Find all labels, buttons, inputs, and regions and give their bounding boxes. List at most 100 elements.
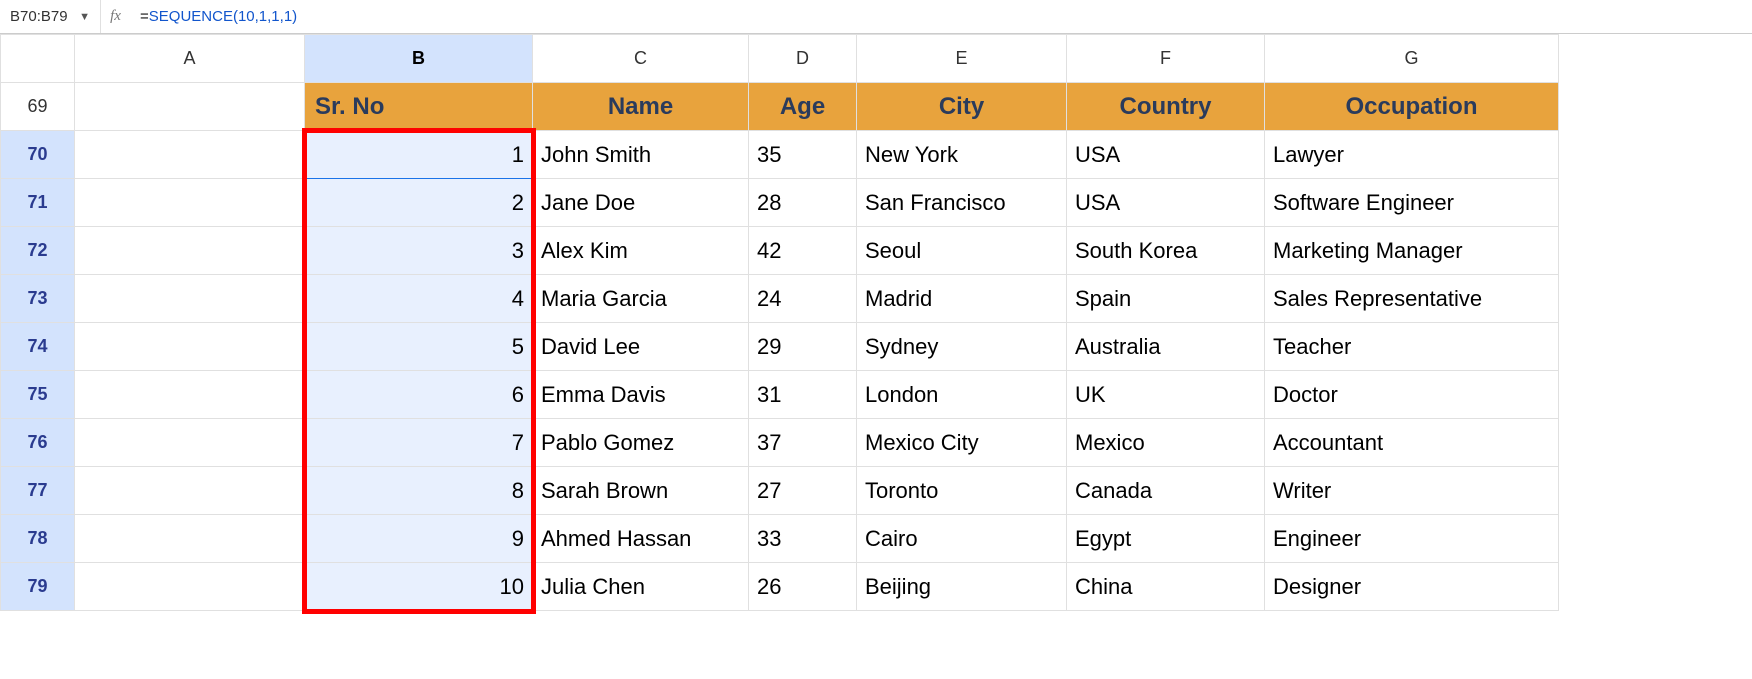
cell-C73[interactable]: Maria Garcia <box>533 275 749 323</box>
col-head-F[interactable]: F <box>1067 35 1265 83</box>
cell-F76[interactable]: Mexico <box>1067 419 1265 467</box>
cell-B73[interactable]: 4 <box>305 275 533 323</box>
row-head-74[interactable]: 74 <box>1 323 75 371</box>
cell-D70[interactable]: 35 <box>749 131 857 179</box>
cell-D75[interactable]: 31 <box>749 371 857 419</box>
row-head-70[interactable]: 70 <box>1 131 75 179</box>
formula-input[interactable]: =SEQUENCE(10,1,1,1) <box>130 8 1752 25</box>
cell-D78[interactable]: 33 <box>749 515 857 563</box>
cell-C79[interactable]: Julia Chen <box>533 563 749 611</box>
cell-E71[interactable]: San Francisco <box>857 179 1067 227</box>
cell-D73[interactable]: 24 <box>749 275 857 323</box>
cell-G74[interactable]: Teacher <box>1265 323 1559 371</box>
cell-C75[interactable]: Emma Davis <box>533 371 749 419</box>
cell-C70[interactable]: John Smith <box>533 131 749 179</box>
cell-A79[interactable] <box>75 563 305 611</box>
select-all-corner[interactable] <box>1 35 75 83</box>
cell-B69-header-srno[interactable]: Sr. No <box>305 83 533 131</box>
cell-G72[interactable]: Marketing Manager <box>1265 227 1559 275</box>
row-head-72[interactable]: 72 <box>1 227 75 275</box>
cell-E72[interactable]: Seoul <box>857 227 1067 275</box>
chevron-down-icon[interactable]: ▼ <box>79 11 90 23</box>
cell-E78[interactable]: Cairo <box>857 515 1067 563</box>
cell-A77[interactable] <box>75 467 305 515</box>
cell-G76[interactable]: Accountant <box>1265 419 1559 467</box>
cell-C74[interactable]: David Lee <box>533 323 749 371</box>
cell-D69-header-age[interactable]: Age <box>749 83 857 131</box>
name-box[interactable]: B70:B79 ▼ <box>0 0 100 33</box>
cell-C78[interactable]: Ahmed Hassan <box>533 515 749 563</box>
cell-A74[interactable] <box>75 323 305 371</box>
cell-B71[interactable]: 2 <box>305 179 533 227</box>
cell-F72[interactable]: South Korea <box>1067 227 1265 275</box>
cell-D72[interactable]: 42 <box>749 227 857 275</box>
row-head-69[interactable]: 69 <box>1 83 75 131</box>
cell-F69-header-country[interactable]: Country <box>1067 83 1265 131</box>
col-head-B[interactable]: B <box>305 35 533 83</box>
row-head-76[interactable]: 76 <box>1 419 75 467</box>
cell-A71[interactable] <box>75 179 305 227</box>
cell-B70[interactable]: 1 <box>305 131 533 179</box>
cell-F78[interactable]: Egypt <box>1067 515 1265 563</box>
cell-E74[interactable]: Sydney <box>857 323 1067 371</box>
cell-E73[interactable]: Madrid <box>857 275 1067 323</box>
spreadsheet-grid[interactable]: A B C D E F G 69 Sr. No Name Age City Co… <box>0 34 1559 611</box>
row-head-78[interactable]: 78 <box>1 515 75 563</box>
cell-B75[interactable]: 6 <box>305 371 533 419</box>
cell-D77[interactable]: 27 <box>749 467 857 515</box>
cell-A70[interactable] <box>75 131 305 179</box>
cell-D79[interactable]: 26 <box>749 563 857 611</box>
cell-A75[interactable] <box>75 371 305 419</box>
cell-C77[interactable]: Sarah Brown <box>533 467 749 515</box>
cell-F74[interactable]: Australia <box>1067 323 1265 371</box>
cell-E70[interactable]: New York <box>857 131 1067 179</box>
cell-E69-header-city[interactable]: City <box>857 83 1067 131</box>
cell-G69-header-occupation[interactable]: Occupation <box>1265 83 1559 131</box>
cell-C72[interactable]: Alex Kim <box>533 227 749 275</box>
cell-G78[interactable]: Engineer <box>1265 515 1559 563</box>
cell-E75[interactable]: London <box>857 371 1067 419</box>
cell-A72[interactable] <box>75 227 305 275</box>
cell-C69-header-name[interactable]: Name <box>533 83 749 131</box>
col-head-A[interactable]: A <box>75 35 305 83</box>
cell-B78[interactable]: 9 <box>305 515 533 563</box>
cell-F75[interactable]: UK <box>1067 371 1265 419</box>
cell-G71[interactable]: Software Engineer <box>1265 179 1559 227</box>
col-head-C[interactable]: C <box>533 35 749 83</box>
cell-A76[interactable] <box>75 419 305 467</box>
cell-G73[interactable]: Sales Representative <box>1265 275 1559 323</box>
cell-E79[interactable]: Beijing <box>857 563 1067 611</box>
cell-F71[interactable]: USA <box>1067 179 1265 227</box>
cell-B77[interactable]: 8 <box>305 467 533 515</box>
cell-B76[interactable]: 7 <box>305 419 533 467</box>
cell-B74[interactable]: 5 <box>305 323 533 371</box>
cell-A78[interactable] <box>75 515 305 563</box>
cell-D71[interactable]: 28 <box>749 179 857 227</box>
cell-E76[interactable]: Mexico City <box>857 419 1067 467</box>
cell-A73[interactable] <box>75 275 305 323</box>
row-head-79[interactable]: 79 <box>1 563 75 611</box>
cell-G75[interactable]: Doctor <box>1265 371 1559 419</box>
row-head-75[interactable]: 75 <box>1 371 75 419</box>
row-head-71[interactable]: 71 <box>1 179 75 227</box>
cell-A69[interactable] <box>75 83 305 131</box>
cell-D76[interactable]: 37 <box>749 419 857 467</box>
col-head-D[interactable]: D <box>749 35 857 83</box>
cell-G70[interactable]: Lawyer <box>1265 131 1559 179</box>
row-head-77[interactable]: 77 <box>1 467 75 515</box>
cell-G79[interactable]: Designer <box>1265 563 1559 611</box>
cell-G77[interactable]: Writer <box>1265 467 1559 515</box>
cell-E77[interactable]: Toronto <box>857 467 1067 515</box>
cell-D74[interactable]: 29 <box>749 323 857 371</box>
cell-F79[interactable]: China <box>1067 563 1265 611</box>
col-head-G[interactable]: G <box>1265 35 1559 83</box>
row-head-73[interactable]: 73 <box>1 275 75 323</box>
cell-F77[interactable]: Canada <box>1067 467 1265 515</box>
cell-B79[interactable]: 10 <box>305 563 533 611</box>
cell-B72[interactable]: 3 <box>305 227 533 275</box>
cell-F70[interactable]: USA <box>1067 131 1265 179</box>
col-head-E[interactable]: E <box>857 35 1067 83</box>
cell-C71[interactable]: Jane Doe <box>533 179 749 227</box>
cell-C76[interactable]: Pablo Gomez <box>533 419 749 467</box>
cell-F73[interactable]: Spain <box>1067 275 1265 323</box>
